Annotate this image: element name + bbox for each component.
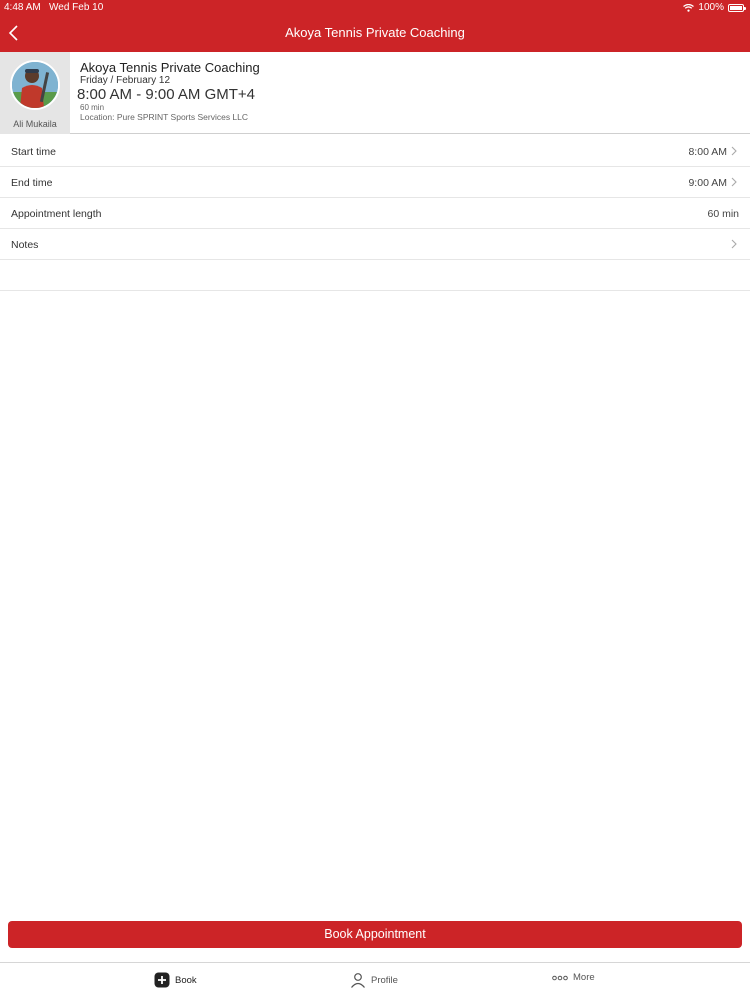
start-time-row[interactable]: Start time 8:00 AM [0,136,750,167]
row-label: Start time [11,146,56,158]
service-location: Location: Pure SPRINT Sports Services LL… [80,112,249,122]
tab-book[interactable]: Book [154,972,197,988]
row-label: Notes [11,239,39,251]
chevron-right-icon [731,146,737,156]
row-label: Appointment length [11,208,102,220]
status-date: Wed Feb 10 [49,2,104,13]
service-title: Akoya Tennis Private Coaching [80,60,260,75]
service-time-range: 8:00 AM - 9:00 AM GMT+4 [77,86,255,103]
notes-row[interactable]: Notes [0,229,750,260]
tab-label: Profile [371,974,398,986]
tab-label: More [573,972,595,983]
page-title: Akoya Tennis Private Coaching [285,25,465,40]
plus-square-icon [154,972,170,988]
service-length: 60 min [80,103,105,112]
appointment-length-row: Appointment length 60 min [0,198,750,229]
tab-bar: Book Profile More [0,962,750,1000]
empty-row [0,260,750,291]
appointment-info: Akoya Tennis Private Coaching Friday / F… [77,60,260,123]
service-date: Friday / February 12 [80,75,171,86]
appointment-summary: Ali Mukaila Akoya Tennis Private Coachin… [0,52,750,134]
coach-panel[interactable]: Ali Mukaila [0,52,70,134]
end-time-row[interactable]: End time 9:00 AM [0,167,750,198]
status-time: 4:48 AM [4,2,41,13]
battery-icon [728,3,746,12]
coach-name: Ali Mukaila [13,119,57,129]
appointment-details-list: Start time 8:00 AM End time 9:00 AM Appo… [0,136,750,291]
status-right: 100% [683,2,746,13]
tab-more[interactable]: More [552,972,595,983]
row-label: End time [11,177,53,189]
battery-percent: 100% [698,2,724,13]
row-value: 9:00 AM [688,177,727,189]
ellipsis-icon [552,975,568,980]
header-bar: 4:48 AM Wed Feb 10 100% Akoya Tennis Pri… [0,0,750,52]
chevron-right-icon [731,239,737,249]
tab-profile[interactable]: Profile [350,972,398,988]
avatar [10,60,60,110]
book-appointment-button[interactable]: Book Appointment [8,921,742,948]
wifi-icon [683,3,695,12]
row-value: 8:00 AM [688,146,727,158]
status-bar: 4:48 AM Wed Feb 10 100% [0,0,750,16]
tab-label: Book [175,974,197,986]
row-value: 60 min [707,208,739,220]
chevron-right-icon [731,177,737,187]
coach-photo [12,62,58,108]
person-icon [351,973,365,988]
